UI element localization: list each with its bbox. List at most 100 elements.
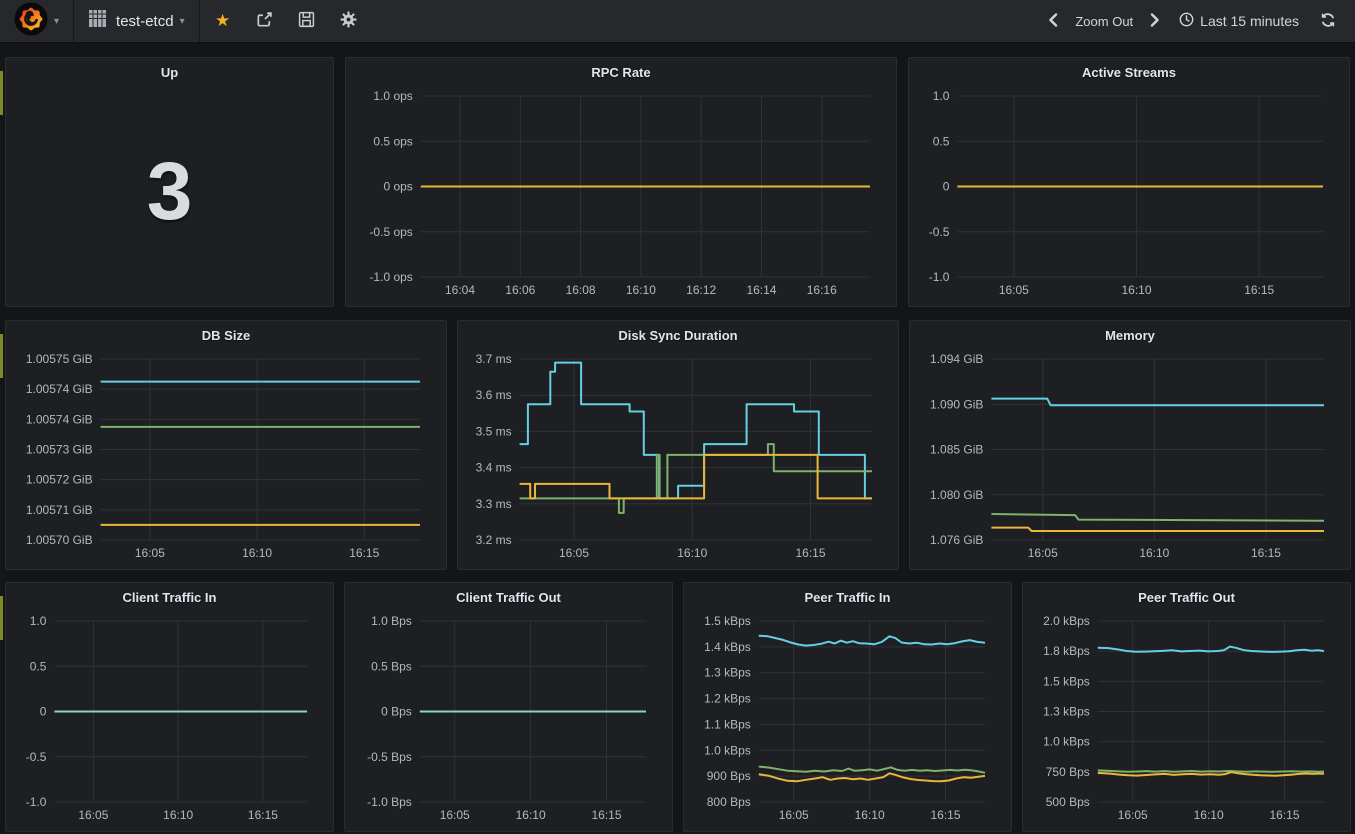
chart-memory[interactable]: 1.094 GiB1.090 GiB1.085 GiB1.080 GiB1.07… <box>916 349 1344 564</box>
panel-title[interactable]: Client Traffic In <box>6 583 333 605</box>
panel-title[interactable]: Client Traffic Out <box>345 583 672 605</box>
svg-text:16:08: 16:08 <box>566 283 596 297</box>
svg-text:1.2 kBps: 1.2 kBps <box>704 692 751 706</box>
panel-peer-traffic-out: Peer Traffic Out 2.0 kBps 1.8 kBps 1.5 kBp… <box>1022 582 1351 832</box>
refresh-icon <box>1320 12 1336 31</box>
svg-text:1.8 kBps: 1.8 kBps <box>1043 644 1090 658</box>
panel-peer-traffic-in: Peer Traffic In 1.5 kBps1.4 kBps1.3 kBps… <box>683 582 1012 832</box>
svg-text:16:10: 16:10 <box>163 808 193 822</box>
svg-text:16:06: 16:06 <box>505 283 535 297</box>
grafana-menu-button[interactable]: ▾ <box>0 0 74 42</box>
chart-client-traffic-in[interactable]: 1.00.50-0.5-1.016:0516:1016:15 <box>12 611 327 826</box>
caret-down-icon: ▾ <box>180 16 185 27</box>
time-back-button[interactable] <box>1041 4 1065 38</box>
svg-text:16:10: 16:10 <box>1122 283 1152 297</box>
panel-title[interactable]: Peer Traffic In <box>684 583 1011 605</box>
panel-title[interactable]: Up <box>6 58 333 80</box>
svg-text:1.0 kBps: 1.0 kBps <box>704 743 751 757</box>
panel-title[interactable]: RPC Rate <box>346 58 896 80</box>
dashboard-picker[interactable]: test-etcd ▾ <box>74 0 200 42</box>
svg-text:750 Bps: 750 Bps <box>1046 765 1090 779</box>
svg-text:1.00573 GiB: 1.00573 GiB <box>26 443 93 457</box>
share-icon <box>256 11 273 31</box>
svg-text:16:05: 16:05 <box>999 283 1029 297</box>
panel-title[interactable]: Memory <box>910 321 1350 343</box>
time-range-picker[interactable]: Last 15 minutes <box>1171 8 1307 34</box>
svg-text:16:15: 16:15 <box>1251 546 1281 560</box>
svg-text:16:15: 16:15 <box>592 808 622 822</box>
svg-text:800 Bps: 800 Bps <box>707 795 751 809</box>
dashboard-area: Up 3 RPC Rate 1.0 ops0.5 ops0 ops-0.5 op… <box>0 57 1355 832</box>
svg-text:2.0 kBps: 2.0 kBps <box>1043 614 1090 628</box>
settings-icon <box>340 11 357 31</box>
star-dashboard-button[interactable]: ★ <box>206 4 240 38</box>
svg-text:16:05: 16:05 <box>1118 808 1148 822</box>
save-dashboard-button[interactable] <box>290 4 324 38</box>
svg-text:500 Bps: 500 Bps <box>1046 795 1090 809</box>
panel-title[interactable]: Disk Sync Duration <box>458 321 898 343</box>
chart-client-traffic-out[interactable]: 1.0 Bps0.5 Bps0 Bps-0.5 Bps-1.0 Bps16:05… <box>351 611 666 826</box>
svg-text:16:16: 16:16 <box>807 283 837 297</box>
svg-text:16:15: 16:15 <box>349 546 379 560</box>
svg-text:1.00572 GiB: 1.00572 GiB <box>26 473 93 487</box>
svg-text:16:04: 16:04 <box>445 283 475 297</box>
clock-icon <box>1179 12 1194 30</box>
svg-text:1.3 kBps: 1.3 kBps <box>704 666 751 680</box>
chart-peer-traffic-in[interactable]: 1.5 kBps1.4 kBps1.3 kBps1.2 kBps1.1 kBps… <box>690 611 1005 826</box>
svg-text:3.6 ms: 3.6 ms <box>476 388 512 402</box>
svg-text:16:12: 16:12 <box>686 283 716 297</box>
svg-text:16:05: 16:05 <box>1028 546 1058 560</box>
refresh-button[interactable] <box>1311 4 1345 38</box>
chart-rpc-rate[interactable]: 1.0 ops0.5 ops0 ops-0.5 ops-1.0 ops16:04… <box>352 86 890 301</box>
svg-text:16:10: 16:10 <box>516 808 546 822</box>
svg-text:16:10: 16:10 <box>855 808 885 822</box>
caret-down-icon: ▾ <box>54 16 59 27</box>
singlestat-value: 3 <box>6 78 333 306</box>
chart-disk-sync-duration[interactable]: 3.7 ms3.6 ms3.5 ms3.4 ms3.3 ms3.2 ms16:0… <box>464 349 892 564</box>
svg-text:-0.5: -0.5 <box>26 750 47 764</box>
settings-button[interactable] <box>332 4 366 38</box>
panel-title[interactable]: Peer Traffic Out <box>1023 583 1350 605</box>
svg-text:0: 0 <box>40 705 47 719</box>
chart-db-size[interactable]: 1.00575 GiB1.00574 GiB1.00574 GiB1.00573… <box>12 349 440 564</box>
svg-text:1.5 kBps: 1.5 kBps <box>1043 674 1090 688</box>
panel-title[interactable]: Active Streams <box>909 58 1349 80</box>
row-menu-handle[interactable] <box>0 71 3 115</box>
row-menu-handle[interactable] <box>0 596 3 640</box>
svg-text:1.00575 GiB: 1.00575 GiB <box>26 352 93 366</box>
time-range-label: Last 15 minutes <box>1200 13 1299 29</box>
zoom-out-button[interactable]: Zoom Out <box>1069 10 1139 33</box>
svg-text:16:10: 16:10 <box>242 546 272 560</box>
svg-text:0.5 ops: 0.5 ops <box>373 134 412 148</box>
svg-text:16:05: 16:05 <box>440 808 470 822</box>
svg-text:16:15: 16:15 <box>795 546 825 560</box>
svg-text:16:05: 16:05 <box>559 546 589 560</box>
svg-text:0: 0 <box>943 180 950 194</box>
svg-text:16:10: 16:10 <box>626 283 656 297</box>
dashboard-grid-icon <box>88 9 107 33</box>
chart-active-streams[interactable]: 1.00.50-0.5-1.016:0516:1016:15 <box>915 86 1343 301</box>
share-dashboard-button[interactable] <box>248 4 282 38</box>
top-navbar: ▾ test-etcd ▾ ★ <box>0 0 1355 43</box>
star-icon: ★ <box>215 11 230 31</box>
time-forward-button[interactable] <box>1143 4 1167 38</box>
panel-title[interactable]: DB Size <box>6 321 446 343</box>
save-icon <box>298 11 315 31</box>
svg-text:-0.5 Bps: -0.5 Bps <box>367 750 412 764</box>
svg-text:16:10: 16:10 <box>1139 546 1169 560</box>
chart-peer-traffic-out[interactable]: 2.0 kBps1.8 kBps1.5 kBps1.3 kBps1.0 kBps… <box>1029 611 1344 826</box>
panel-rpc-rate: RPC Rate 1.0 ops0.5 ops0 ops-0.5 ops-1.0… <box>345 57 897 307</box>
row-menu-handle[interactable] <box>0 334 3 378</box>
svg-text:3.7 ms: 3.7 ms <box>476 352 512 366</box>
svg-text:1.0 kBps: 1.0 kBps <box>1043 735 1090 749</box>
svg-text:1.090 GiB: 1.090 GiB <box>930 397 983 411</box>
svg-text:16:10: 16:10 <box>677 546 707 560</box>
svg-text:0 Bps: 0 Bps <box>381 705 412 719</box>
svg-text:1.00574 GiB: 1.00574 GiB <box>26 382 93 396</box>
svg-text:16:14: 16:14 <box>746 283 776 297</box>
svg-text:-1.0 Bps: -1.0 Bps <box>367 795 412 809</box>
svg-text:0.5 Bps: 0.5 Bps <box>371 659 412 673</box>
panel-disk-sync-duration: Disk Sync Duration 3.7 ms3.6 ms3.5 ms3.4… <box>457 320 899 570</box>
svg-text:16:15: 16:15 <box>1244 283 1274 297</box>
svg-text:3.2 ms: 3.2 ms <box>476 533 512 547</box>
